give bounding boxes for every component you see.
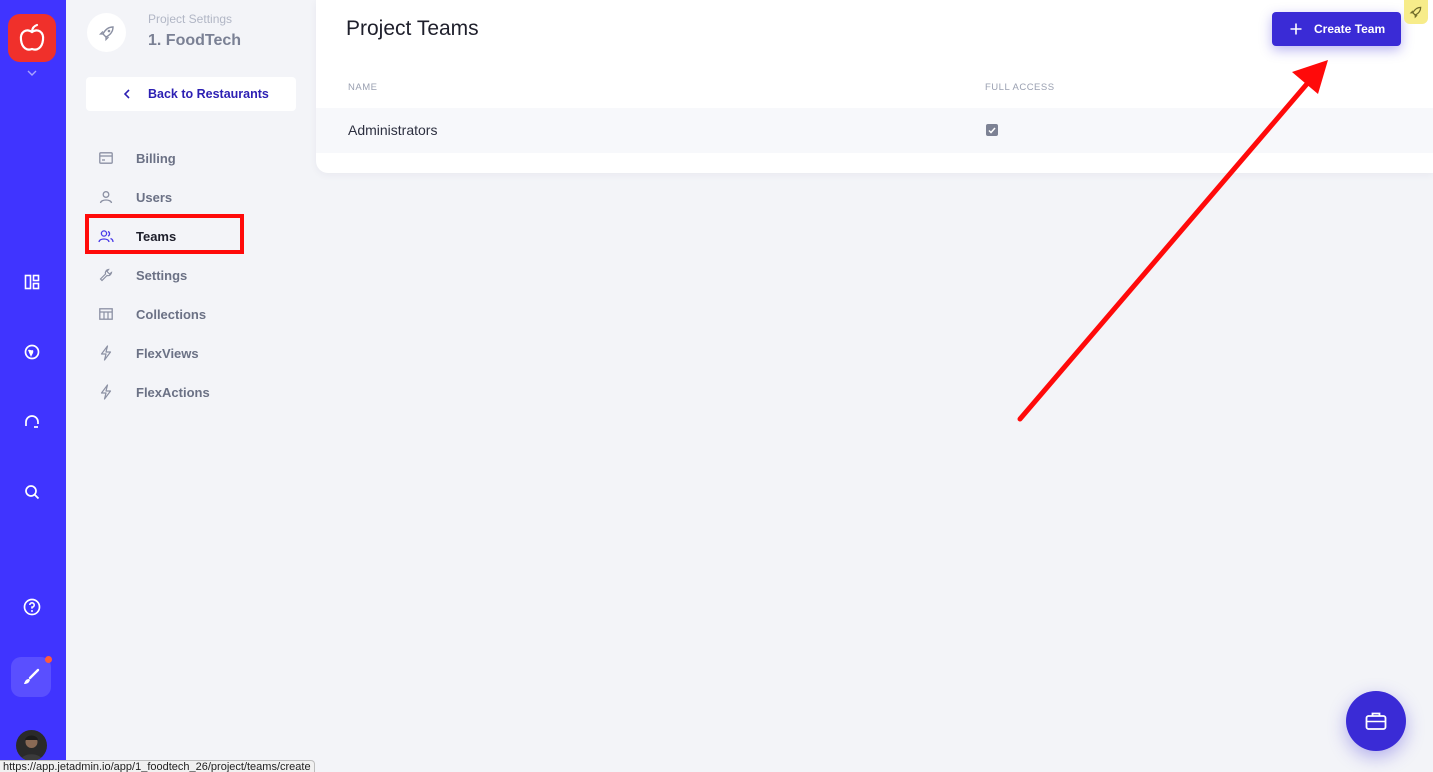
sidebar-item-users[interactable]: Users [98,186,248,208]
sidebar-item-flexactions[interactable]: FlexActions [98,381,248,403]
briefcase-icon [1365,711,1387,731]
settings-sidebar: Project Settings 1. FoodTech Back to Res… [66,0,316,772]
sidebar-item-label: FlexActions [136,384,210,400]
sidebar-item-billing[interactable]: Billing [98,147,248,169]
back-button[interactable]: Back to Restaurants [86,77,296,111]
team-name: Administrators [348,122,438,138]
project-settings-label: Project Settings [148,12,233,26]
support-icon[interactable] [15,405,49,439]
bolt-icon [98,345,114,361]
column-header-full-access[interactable]: FULL ACCESS [985,82,1055,93]
rocket-icon[interactable] [1404,0,1428,24]
sidebar-item-collections[interactable]: Collections [98,303,248,325]
brush-icon[interactable] [11,657,51,697]
chevron-left-icon [123,88,130,102]
teams-panel: Project Teams Create Team NAME FULL ACCE… [316,0,1433,173]
sidebar-item-flexviews[interactable]: FlexViews [98,342,248,364]
sidebar-item-label: Users [136,189,173,205]
bolt-icon [98,384,114,400]
user-icon [98,189,114,205]
sidebar-item-label: FlexViews [136,345,199,361]
annotation-highlight-box [85,214,244,254]
briefcase-button[interactable] [1346,691,1406,751]
sidebar-item-label: Collections [136,306,207,322]
column-header-name[interactable]: NAME [348,82,377,93]
project-name: 1. FoodTech [148,32,242,49]
billing-icon [98,150,114,166]
back-button-label: Back to Restaurants [148,87,269,101]
globe-icon[interactable] [15,335,49,369]
table-icon [98,306,114,322]
create-team-button[interactable]: Create Team [1272,12,1401,46]
plus-icon [1290,23,1302,35]
search-icon[interactable] [15,475,49,509]
notification-dot [45,656,52,663]
wrench-icon [98,267,114,283]
status-bar-url: https://app.jetadmin.io/app/1_foodtech_2… [0,760,315,772]
table-row[interactable]: Administrators [316,108,1433,153]
help-icon[interactable] [15,590,49,624]
checkbox-checked-icon [986,124,998,136]
page-title: Project Teams [346,17,479,40]
create-team-label: Create Team [1314,22,1386,36]
dashboard-icon[interactable] [15,265,49,299]
sidebar-item-label: Settings [136,267,188,283]
avatar[interactable] [16,730,47,761]
sidebar-item-settings[interactable]: Settings [98,264,248,286]
chevron-down-icon[interactable] [24,66,40,80]
rocket-icon [87,13,126,52]
app-rail [0,0,66,772]
sidebar-item-label: Billing [136,150,176,166]
app-logo-icon[interactable] [8,14,56,62]
